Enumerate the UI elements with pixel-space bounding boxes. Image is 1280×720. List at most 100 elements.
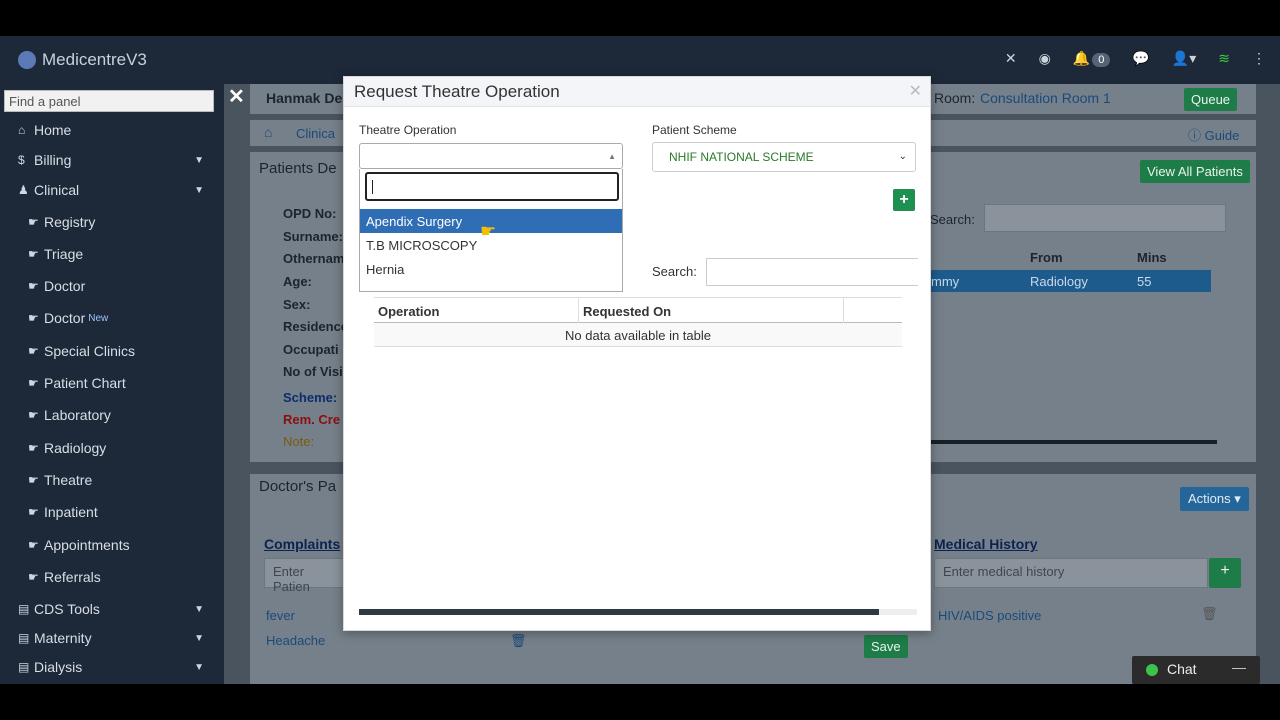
queue-header-from: From (1030, 250, 1063, 265)
hand-point-icon: ☛ (28, 408, 39, 422)
brand[interactable]: MedicentreV3 (18, 50, 147, 70)
sidebar-item-label: Triage (44, 246, 84, 262)
hand-point-icon: ☛ (28, 441, 39, 455)
add-operation-button[interactable]: + (893, 189, 915, 211)
logo-icon (18, 51, 36, 69)
notification-badge: 0 (1092, 53, 1111, 67)
chat-bubbles-icon[interactable]: 💬 (1132, 50, 1149, 67)
sidebar-item-label: Registry (44, 214, 96, 230)
sidebar-item-patient-chart[interactable]: ☛ Patient Chart (0, 369, 216, 397)
dollar-icon: $ (18, 153, 25, 167)
medical-history-input[interactable]: Enter medical history (934, 558, 1208, 588)
patient-field-label: Surname: (283, 229, 343, 244)
save-button[interactable]: Save (864, 635, 908, 658)
sidebar-item-doctor[interactable]: ☛ Doctor New (0, 304, 216, 332)
queue-row[interactable]: mmy Radiology 55 (931, 270, 1211, 292)
queue-button[interactable]: Queue (1184, 88, 1238, 111)
sidebar-item-label: Dialysis (34, 659, 83, 675)
room-value[interactable]: Consultation Room 1 (980, 90, 1111, 106)
sidebar-item-radiology[interactable]: ☛ Radiology (0, 434, 216, 462)
sidebar-item-label: Special Clinics (44, 343, 136, 359)
sidebar-item-inpatient[interactable]: ☛ Inpatient (0, 498, 216, 526)
sidebar-item-label: CDS Tools (34, 601, 100, 617)
sidebar-item-referrals[interactable]: ☛ Referrals (0, 563, 216, 591)
sidebar-item-dialysis[interactable]: ▤ Dialysis ▼ (0, 653, 216, 681)
modal-horizontal-scrollbar[interactable] (359, 609, 917, 615)
queue-search-label: Search: (930, 212, 975, 227)
room-label: Room: (934, 90, 976, 106)
queue-row-name: mmy (931, 274, 960, 289)
dropdown-search-input[interactable] (365, 172, 619, 201)
sidebar-item-label: Inpatient (44, 504, 98, 520)
queue-search-input[interactable] (984, 204, 1226, 232)
sidebar-item-doctor[interactable]: ☛ Doctor (0, 272, 216, 300)
trash-icon[interactable]: 🗑 (510, 633, 527, 649)
queue-scrollbar[interactable] (931, 440, 1217, 444)
empty-table-message: No data available in table (374, 323, 902, 347)
sidebar-item-theatre[interactable]: ☛ Theatre (0, 466, 216, 494)
patients-details-title: Patients De (259, 160, 337, 177)
sidebar-item-label: Referrals (44, 569, 101, 585)
queue-row-from: Radiology (1030, 274, 1088, 289)
guide-link[interactable]: ⓘ Guide (1188, 125, 1239, 144)
dropdown-option[interactable]: Hernia (360, 257, 622, 281)
hand-point-icon: ☛ (28, 538, 39, 552)
sidebar-item-home[interactable]: ⌂ Home (0, 116, 216, 144)
queue-header-mins: Mins (1137, 250, 1167, 265)
user-circle-icon[interactable]: ◉ (1039, 50, 1051, 67)
medical-history-title: Medical History (934, 536, 1038, 552)
theatre-operation-select[interactable]: ▲ (359, 143, 623, 169)
complaints-input[interactable]: Enter Patien (264, 558, 344, 594)
actions-button[interactable]: Actions ▾ (1180, 487, 1249, 511)
sidebar-item-registry[interactable]: ☛ Registry (0, 208, 216, 236)
sidebar-item-label: Billing (34, 152, 72, 168)
sidebar-item-triage[interactable]: ☛ Triage (0, 240, 216, 268)
view-all-patients-button[interactable]: View All Patients (1140, 160, 1250, 183)
medical-history-item: HIV/AIDS positive (938, 608, 1042, 623)
modal-close-icon[interactable]: ✕ (909, 81, 922, 101)
patient-scheme-select[interactable]: NHIF NATIONAL SCHEME ⌄ (652, 142, 916, 172)
request-theatre-modal: Request Theatre Operation ✕ Theatre Oper… (343, 76, 931, 631)
breadcrumb-clinical[interactable]: Clinica (296, 126, 335, 141)
hand-point-icon: ☛ (28, 473, 39, 487)
sidebar-item-appointments[interactable]: ☛ Appointments (0, 531, 216, 559)
column-header-requested-on[interactable]: Requested On (579, 297, 843, 323)
nav-icons: ✕ ◉ 🔔 0 💬 👤▾ ≋ ⋮ (1005, 50, 1266, 67)
user-md-icon: ♟ (18, 183, 29, 197)
scrollbar-thumb[interactable] (359, 609, 879, 615)
mute-icon[interactable]: ✕ (1005, 50, 1017, 67)
sidebar-item-clinical[interactable]: ♟ Clinical ▼ (0, 176, 216, 204)
sidebar-item-maternity[interactable]: ▤ Maternity ▼ (0, 624, 216, 652)
patient-field-label: Occupati (283, 342, 339, 357)
sidebar-item-cds-tools[interactable]: ▤ CDS Tools ▼ (0, 595, 216, 623)
complaint-item: Headache (266, 633, 326, 648)
chat-widget[interactable]: Chat — (1132, 656, 1260, 684)
doctors-pad-title: Doctor's Pa (259, 478, 337, 495)
table-search-input[interactable] (706, 258, 918, 286)
home-icon[interactable]: ⌂ (264, 124, 272, 140)
chevron-down-icon: ▼ (194, 603, 204, 615)
hospital-name: Hanmak De (266, 90, 343, 106)
book-icon: ▤ (18, 602, 30, 616)
trash-icon[interactable]: 🗑 (1201, 606, 1218, 622)
user-menu-icon[interactable]: 👤▾ (1172, 50, 1196, 67)
notifications-bell[interactable]: 🔔 0 (1073, 50, 1111, 67)
hand-point-icon: ☛ (28, 505, 39, 519)
sidebar-item-label: Home (34, 122, 72, 138)
add-medical-history-button[interactable]: + (1209, 558, 1241, 588)
sidebar-item-special-clinics[interactable]: ☛ Special Clinics (0, 337, 216, 365)
hand-point-icon: ☛ (28, 215, 39, 229)
column-header-actions (844, 297, 902, 323)
text-caret (372, 180, 373, 194)
sidebar-item-laboratory[interactable]: ☛ Laboratory (0, 401, 216, 429)
hand-point-icon: ☛ (28, 376, 39, 390)
close-sidebar-icon[interactable]: ✕ (228, 84, 245, 109)
note-label: Note: (283, 434, 315, 449)
find-panel-input[interactable]: Find a panel (4, 90, 214, 112)
sidebar-item-label: Maternity (34, 630, 92, 646)
modal-title: Request Theatre Operation (354, 82, 560, 101)
column-header-operation[interactable]: Operation (374, 297, 578, 323)
more-vertical-icon[interactable]: ⋮ (1252, 50, 1266, 67)
minimize-icon[interactable]: — (1232, 659, 1246, 675)
sidebar-item-billing[interactable]: $ Billing ▼ (0, 146, 216, 174)
